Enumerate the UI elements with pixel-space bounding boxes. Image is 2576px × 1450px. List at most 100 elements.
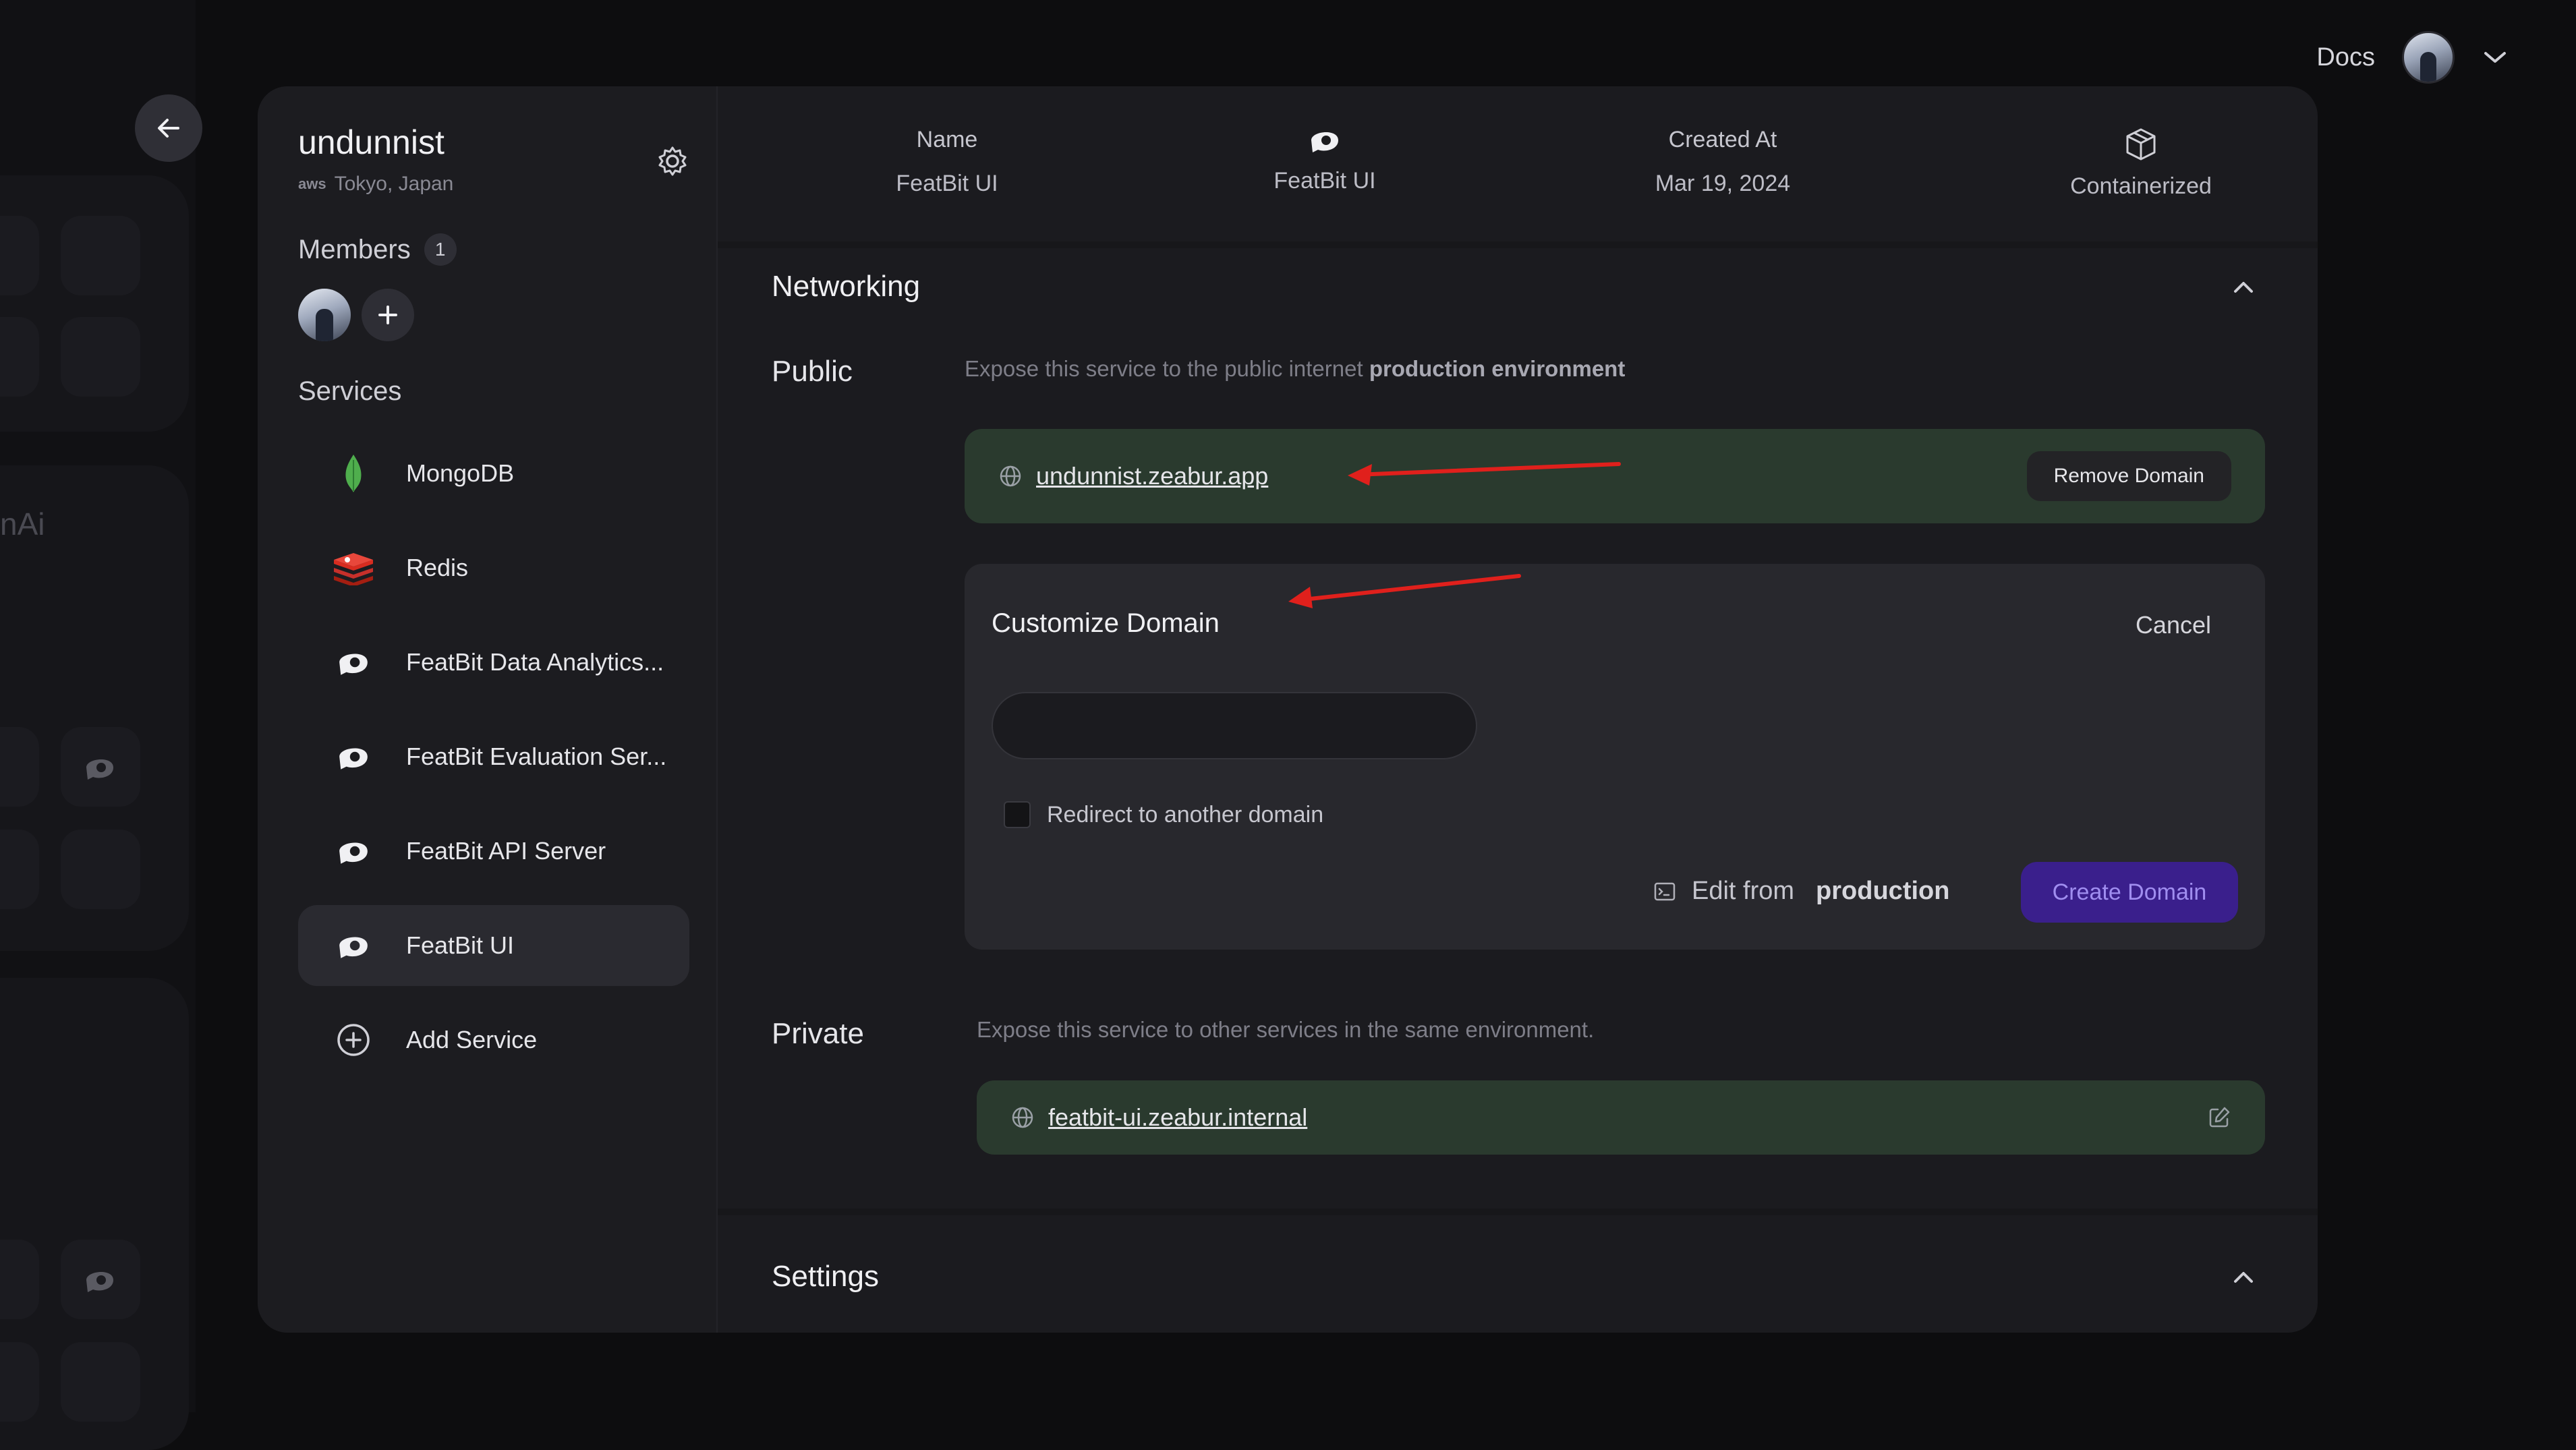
box-icon: [2126, 128, 2156, 161]
project-location-text: Tokyo, Japan: [334, 173, 454, 195]
chevron-down-icon[interactable]: [2482, 44, 2509, 71]
top-bar: Docs: [2316, 31, 2509, 84]
featbit-icon: [86, 759, 113, 780]
service-item-featbit-api-server[interactable]: FeatBit API Server: [298, 811, 689, 892]
mongodb-icon: [332, 452, 375, 495]
create-domain-button[interactable]: Create Domain: [2021, 862, 2238, 923]
info-name: Name FeatBit UI: [826, 127, 1068, 197]
service-label: FeatBit Evaluation Ser...: [406, 743, 667, 770]
edit-from-environment[interactable]: Edit from production: [1653, 877, 1949, 906]
service-label: FeatBit API Server: [406, 837, 606, 865]
background-tile: [0, 830, 39, 909]
plus-circle-icon: [332, 1018, 375, 1062]
networking-title: Networking: [772, 270, 921, 303]
edit-from-label: Edit from: [1692, 877, 1795, 905]
private-domain-row: featbit-ui.zeabur.internal: [977, 1080, 2265, 1155]
cancel-button[interactable]: Cancel: [2136, 611, 2211, 639]
private-title: Private: [772, 1017, 864, 1050]
service-detail: Name FeatBit UI FeatBit UI Created At Ma…: [718, 86, 2318, 1333]
settings-title: Settings: [772, 1260, 879, 1293]
back-button[interactable]: [135, 94, 202, 162]
members-count-badge: 1: [424, 233, 457, 266]
background-partial-text: nAi: [0, 506, 45, 542]
section-divider: [718, 1209, 2318, 1215]
background-tile: [61, 830, 140, 909]
add-member-button[interactable]: [362, 289, 414, 341]
private-domain-link[interactable]: featbit-ui.zeabur.internal: [1048, 1103, 1307, 1132]
chevron-up-icon[interactable]: [2230, 274, 2257, 301]
featbit-icon: [86, 1271, 113, 1292]
globe-icon: [1012, 1107, 1033, 1128]
service-item-featbit-evaluation[interactable]: FeatBit Evaluation Ser...: [298, 716, 689, 797]
info-name-value: FeatBit UI: [896, 171, 998, 196]
background-tile: [0, 216, 39, 295]
background-tile: [61, 216, 140, 295]
service-item-featbit-ui[interactable]: FeatBit UI: [298, 905, 689, 986]
gear-icon[interactable]: [656, 144, 689, 178]
members-row: [298, 289, 414, 341]
service-info-strip: Name FeatBit UI FeatBit UI Created At Ma…: [718, 86, 2318, 248]
background-tile: [0, 317, 39, 397]
globe-icon: [1000, 465, 1021, 487]
service-label: MongoDB: [406, 459, 515, 487]
public-description: Expose this service to the public intern…: [965, 356, 1625, 382]
info-type: Containerized: [2006, 127, 2276, 200]
info-type-value: Containerized: [2070, 173, 2212, 199]
background-tile: [0, 1240, 39, 1319]
terminal-icon: [1654, 882, 1676, 900]
project-sidebar: undunnist aws Tokyo, Japan Members 1 Ser…: [258, 86, 718, 1333]
info-created-label: Created At: [1668, 127, 1777, 152]
info-name-label: Name: [916, 127, 978, 152]
service-item-redis[interactable]: Redis: [298, 527, 689, 608]
project-name: undunnist: [298, 123, 445, 161]
featbit-icon: [332, 924, 375, 967]
customize-domain-title: Customize Domain: [992, 608, 1220, 638]
redis-icon: [332, 546, 375, 589]
remove-domain-button[interactable]: Remove Domain: [2026, 451, 2231, 501]
public-description-env: production environment: [1369, 356, 1626, 381]
public-description-text: Expose this service to the public intern…: [965, 356, 1363, 381]
domain-input[interactable]: [992, 692, 1477, 759]
user-avatar[interactable]: [2402, 31, 2455, 84]
members-title: Members: [298, 234, 411, 264]
annotation-arrow: [1288, 574, 1521, 608]
project-location: aws Tokyo, Japan: [298, 173, 453, 196]
aws-icon: aws: [298, 175, 326, 192]
plus-icon: [378, 306, 397, 324]
member-avatar[interactable]: [298, 289, 351, 341]
featbit-icon: [332, 735, 375, 778]
members-header: Members 1: [298, 233, 457, 266]
service-label: Add Service: [406, 1026, 538, 1053]
service-item-mongodb[interactable]: MongoDB: [298, 433, 689, 514]
customize-domain-form: Customize Domain Cancel Redirect to anot…: [965, 564, 2265, 950]
add-service-button[interactable]: Add Service: [298, 999, 689, 1080]
background-tile: [0, 1342, 39, 1422]
redirect-checkbox[interactable]: [1004, 801, 1031, 828]
background-tile: [61, 1342, 140, 1422]
info-created-value: Mar 19, 2024: [1655, 171, 1791, 196]
info-created: Created At Mar 19, 2024: [1601, 127, 1844, 197]
service-panel: undunnist aws Tokyo, Japan Members 1 Ser…: [258, 86, 2318, 1333]
public-title: Public: [772, 355, 853, 388]
edit-from-env: production: [1816, 877, 1950, 905]
private-description: Expose this service to other services in…: [977, 1017, 1595, 1042]
redirect-option: Redirect to another domain: [1004, 801, 1323, 828]
service-item-featbit-data-analytics[interactable]: FeatBit Data Analytics...: [298, 622, 689, 703]
docs-link[interactable]: Docs: [2316, 43, 2375, 72]
background-tile: [0, 727, 39, 807]
featbit-icon: [332, 830, 375, 873]
chevron-up-icon[interactable]: [2230, 1264, 2257, 1291]
services-title: Services: [298, 376, 402, 406]
edit-icon[interactable]: [2207, 1105, 2231, 1130]
redirect-label: Redirect to another domain: [1047, 801, 1324, 828]
service-label: FeatBit Data Analytics...: [406, 648, 664, 676]
arrow-left-icon: [158, 119, 179, 138]
services-list: MongoDB Redis FeatBit Data Analytics... …: [298, 433, 689, 1094]
public-domain-link[interactable]: undunnist.zeabur.app: [1036, 462, 1268, 490]
featbit-icon: [1311, 132, 1338, 152]
info-template: FeatBit UI: [1203, 127, 1446, 194]
background-tile: [61, 317, 140, 397]
service-label: FeatBit UI: [406, 931, 515, 959]
service-label: Redis: [406, 554, 469, 581]
annotation-arrow: [1348, 462, 1621, 486]
